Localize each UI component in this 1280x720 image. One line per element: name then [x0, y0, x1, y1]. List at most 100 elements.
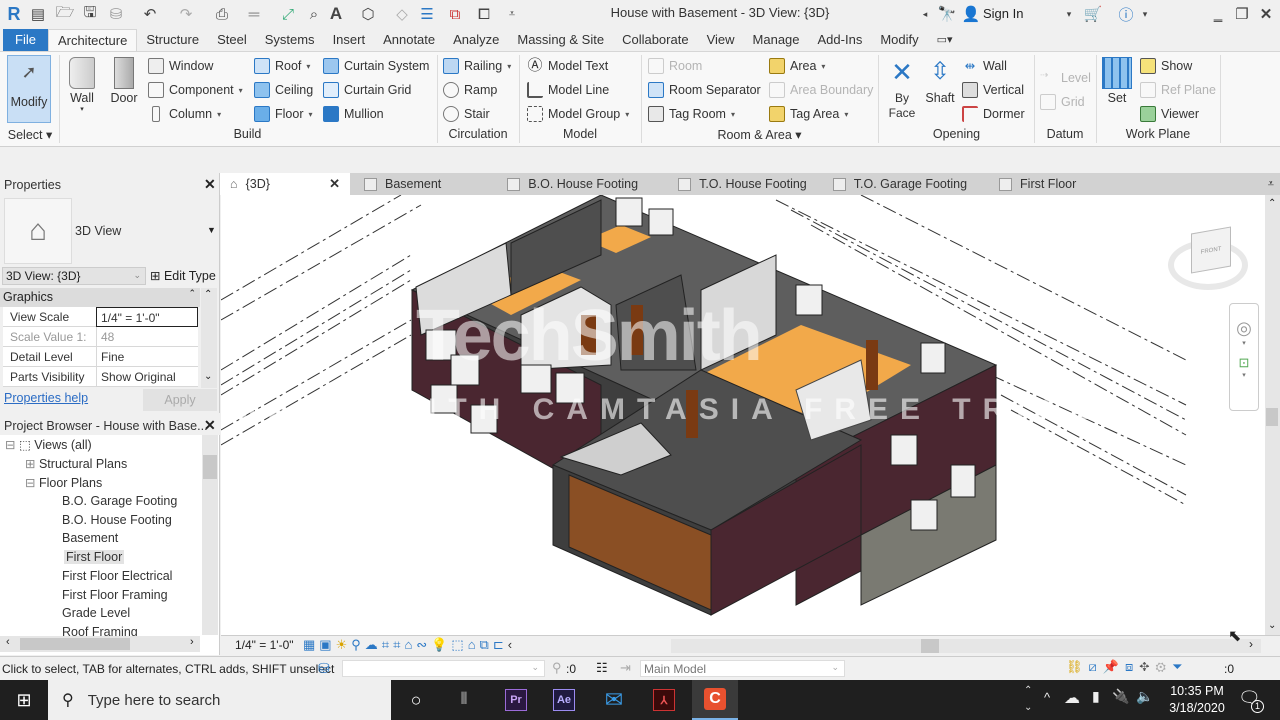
- tab-file[interactable]: File: [3, 29, 48, 51]
- tag-room-button[interactable]: Tag Room ▾: [648, 103, 735, 125]
- tab-manage[interactable]: Manage: [744, 29, 809, 51]
- sync-icon[interactable]: ⛁: [106, 4, 126, 24]
- select-panel-dropdown[interactable]: Select ▾: [5, 127, 55, 142]
- temporary-view-icon[interactable]: ⬚: [451, 637, 467, 652]
- area-button[interactable]: Area ▾: [769, 55, 825, 77]
- acrobat-app[interactable]: ⅄: [648, 680, 680, 720]
- thin-lines-icon[interactable]: ☰: [418, 4, 436, 24]
- set-work-plane-button[interactable]: Set: [1100, 57, 1134, 105]
- ref-plane-button[interactable]: Ref Plane: [1140, 79, 1216, 101]
- crop-view-icon[interactable]: ⌗: [382, 637, 393, 652]
- viewcube[interactable]: FRONT: [1191, 226, 1231, 274]
- model-group-button[interactable]: Model Group ▾: [527, 103, 629, 125]
- tree-node-views-all[interactable]: ⊟ ⬚ Views (all): [5, 437, 92, 452]
- show-crop-icon[interactable]: ⌗: [393, 637, 404, 652]
- vertical-opening-button[interactable]: Vertical: [962, 79, 1024, 101]
- type-selector[interactable]: 3D View: [75, 224, 121, 238]
- switch-windows-icon[interactable]: ⧠: [472, 4, 496, 24]
- view-scale-button[interactable]: 1/4" = 1'-0": [235, 638, 294, 652]
- scroll-down-icon[interactable]: ⌄: [204, 371, 212, 382]
- design-options-icon[interactable]: ☷: [596, 660, 608, 676]
- properties-help-link[interactable]: Properties help: [4, 391, 88, 405]
- sun-path-icon[interactable]: ☀: [336, 637, 352, 652]
- steering-wheel-icon[interactable]: ◎: [1230, 318, 1258, 339]
- power-icon[interactable]: 🔌: [1112, 688, 1129, 705]
- tab-systems[interactable]: Systems: [256, 29, 324, 51]
- view-tab-3d[interactable]: ⌂ {3D} ✕: [220, 173, 350, 195]
- tab-collaborate[interactable]: Collaborate: [613, 29, 698, 51]
- camtasia-app[interactable]: C: [692, 680, 738, 720]
- door-button[interactable]: Door: [106, 57, 142, 105]
- instance-filter-select[interactable]: 3D View: {3D} ⌄: [2, 267, 146, 285]
- analytical-model-icon[interactable]: ⧉: [480, 637, 493, 652]
- component-button[interactable]: Component ▾: [148, 79, 243, 101]
- browser-scroll-thumb[interactable]: [203, 455, 217, 479]
- close-button[interactable]: ✕: [1258, 4, 1274, 24]
- canvas-horizontal-scrollbar[interactable]: [671, 639, 1261, 653]
- view-scale-field[interactable]: 1/4" = 1'-0": [96, 307, 198, 327]
- scroll-left-icon[interactable]: ‹: [6, 636, 10, 648]
- canvas-scroll-down-icon[interactable]: ⌄: [1268, 620, 1276, 631]
- 3d-view-canvas[interactable]: TechSmith MADE WITH CAMTASIA FREE TRIAL …: [221, 195, 1266, 635]
- volume-icon[interactable]: 🔈: [1136, 688, 1153, 705]
- tree-node-floor-plans[interactable]: ⊟ Floor Plans: [25, 475, 102, 490]
- apply-button[interactable]: Apply: [143, 389, 217, 411]
- canvas-scroll-right-icon[interactable]: ›: [1249, 637, 1253, 651]
- collapse-icon[interactable]: ⊟: [25, 476, 35, 490]
- graphics-group-header[interactable]: Graphics ⌃: [0, 288, 200, 307]
- tab-structure[interactable]: Structure: [137, 29, 208, 51]
- canvas-scroll-up-icon[interactable]: ⌃: [1268, 198, 1276, 209]
- tree-item-floor-plan[interactable]: First Floor: [64, 550, 125, 565]
- save-icon[interactable]: 🖫: [82, 4, 98, 24]
- level-button[interactable]: ⇢ Level: [1040, 67, 1091, 89]
- wall-button[interactable]: Wall ▾: [64, 57, 100, 113]
- select-links-icon[interactable]: ⛓: [1066, 659, 1089, 674]
- properties-close-button[interactable]: ✕: [204, 176, 216, 193]
- expand-icon[interactable]: ⊞: [25, 457, 35, 471]
- worksharing-icon[interactable]: ⌂: [468, 637, 480, 652]
- measure-icon[interactable]: ═: [244, 4, 264, 24]
- after-effects-app[interactable]: Ae: [548, 680, 580, 720]
- tab-massing-site[interactable]: Massing & Site: [508, 29, 613, 51]
- tag-icon[interactable]: ⌕: [304, 4, 324, 24]
- workset-select[interactable]: ⌄: [342, 660, 545, 677]
- exclude-options-icon[interactable]: ⇥: [620, 660, 631, 676]
- tab-analyze[interactable]: Analyze: [444, 29, 508, 51]
- help-dropdown-icon[interactable]: ▾: [1140, 4, 1150, 24]
- select-underlay-icon[interactable]: ⧄: [1089, 659, 1103, 674]
- detail-level-field[interactable]: Fine: [96, 347, 198, 367]
- stair-button[interactable]: Stair: [443, 103, 490, 125]
- print-icon[interactable]: ⎙: [212, 4, 232, 24]
- model-line-button[interactable]: Model Line: [527, 79, 609, 101]
- worksets-icon[interactable]: ⛁: [318, 660, 330, 677]
- taskbar-scroll-icons[interactable]: ⌃ ⌄: [1024, 682, 1032, 716]
- user-icon[interactable]: 👤: [962, 4, 981, 24]
- tab-add-ins[interactable]: Add-Ins: [809, 29, 872, 51]
- modify-button[interactable]: ➚ Modify: [7, 55, 51, 123]
- infocenter-collapse-icon[interactable]: ◂: [920, 4, 930, 24]
- roof-button[interactable]: Roof ▾: [254, 55, 310, 77]
- 3d-view-icon[interactable]: ⬡: [358, 4, 378, 24]
- tab-view[interactable]: View: [698, 29, 744, 51]
- view-tab-bo-house-footing[interactable]: B.O. House Footing: [497, 173, 648, 195]
- shadows-icon[interactable]: ⚲: [351, 637, 365, 652]
- room-separator-button[interactable]: Room Separator: [648, 79, 761, 101]
- help-icon[interactable]: ⓘ: [1116, 4, 1136, 24]
- tab-steel[interactable]: Steel: [208, 29, 256, 51]
- scroll-up-icon[interactable]: ⌃: [204, 289, 212, 300]
- sign-in-dropdown-icon[interactable]: ▾: [1064, 4, 1074, 24]
- project-browser-close-button[interactable]: ✕: [204, 417, 216, 434]
- tree-item-floor-plan[interactable]: B.O. House Footing: [62, 513, 172, 527]
- view-tab-basement[interactable]: Basement: [354, 173, 451, 195]
- temporary-hide-icon[interactable]: ∾: [416, 637, 431, 652]
- tab-modify[interactable]: Modify: [871, 29, 927, 51]
- steering-wheel-dropdown-icon[interactable]: ▾: [1230, 339, 1258, 347]
- text-icon[interactable]: A: [328, 4, 344, 24]
- railing-button[interactable]: Railing ▾: [443, 55, 511, 77]
- task-view-icon[interactable]: ⫴: [448, 680, 480, 720]
- undo-icon[interactable]: ↶: [140, 4, 160, 24]
- usb-icon[interactable]: ▮: [1092, 688, 1100, 705]
- ceiling-button[interactable]: Ceiling: [254, 79, 313, 101]
- view-tab-first-floor[interactable]: First Floor: [989, 173, 1086, 195]
- sign-in-link[interactable]: Sign In: [983, 6, 1023, 21]
